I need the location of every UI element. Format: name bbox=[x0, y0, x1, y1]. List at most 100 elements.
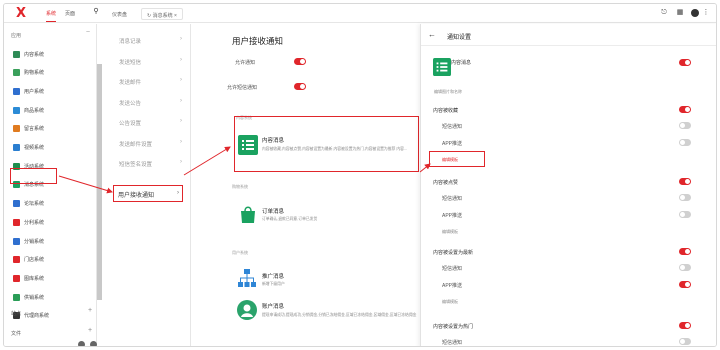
sidebar-item-label: 内容系统 bbox=[24, 51, 45, 58]
allow-sms-label: 允许短信通知 bbox=[227, 85, 258, 91]
main-content: 用户接收通知 允许通知 允许短信通知 内容系统 内容消息 内容被收藏,内容被点赞… bbox=[192, 24, 419, 346]
nav-page[interactable]: 页面 bbox=[65, 10, 75, 17]
sms-notify-toggle[interactable] bbox=[679, 194, 691, 201]
edit-template-link[interactable]: 编辑模板 bbox=[442, 299, 458, 305]
sidebar-item[interactable]: 分利系统 bbox=[13, 217, 44, 227]
message-master-toggle[interactable] bbox=[679, 59, 691, 66]
tab-dashboard-label: 仪表盘 bbox=[112, 12, 128, 18]
sms-notify-label: 短信通知 bbox=[442, 266, 463, 272]
sidebar-item[interactable]: 留言系统 bbox=[13, 124, 44, 134]
app-icon bbox=[13, 256, 20, 264]
sms-notify-toggle[interactable] bbox=[679, 264, 691, 271]
chevron-right-icon: › bbox=[180, 138, 182, 145]
refresh-icon[interactable]: ↻ bbox=[147, 13, 151, 19]
chevron-right-icon: › bbox=[177, 190, 179, 196]
submenu-item[interactable]: 发送邮件设置 bbox=[119, 140, 152, 148]
top-bar: X 系统 页面 ⚲ 仪表盘 ↻ 消息系统 × ⎋ ▦ ⋮ bbox=[4, 4, 716, 23]
edit-image-name-link[interactable]: 编辑图片和名称 bbox=[434, 89, 462, 95]
sidebar-item[interactable]: 分销系统 bbox=[13, 236, 44, 246]
allow-sms-toggle[interactable] bbox=[294, 83, 306, 90]
headset-icon[interactable]: ⎋ bbox=[660, 9, 668, 17]
chevron-right-icon: › bbox=[180, 97, 182, 104]
tab-dashboard[interactable]: 仪表盘 bbox=[107, 8, 132, 20]
app-icon bbox=[13, 237, 20, 245]
app-push-label: APP推送 bbox=[442, 141, 463, 147]
pin-icon[interactable]: ⚲ bbox=[92, 8, 100, 16]
app-push-label: APP推送 bbox=[442, 213, 463, 219]
group-title: 内容被设置为热门 bbox=[433, 324, 474, 330]
template-highlight-box bbox=[429, 151, 485, 167]
sidebar-item-label: 分销系统 bbox=[24, 238, 45, 245]
content-list-icon bbox=[433, 58, 451, 76]
more-icon[interactable]: ⋮ bbox=[702, 9, 710, 17]
card-content-name: 内容消息 bbox=[262, 138, 285, 144]
sidebar-item-label: 供销系统 bbox=[24, 294, 45, 301]
sidebar-item-label: 商品系统 bbox=[24, 107, 45, 114]
submenu-item[interactable]: 短信签名设置 bbox=[119, 160, 152, 168]
shopping-bag-icon bbox=[241, 206, 255, 223]
sidebar-item[interactable]: 供销系统 bbox=[13, 292, 44, 302]
group-toggle[interactable] bbox=[679, 106, 691, 113]
sidebar-item-label: 视频系统 bbox=[24, 145, 45, 151]
sidebar-item-label: 分利系统 bbox=[24, 219, 45, 226]
group-toggle[interactable] bbox=[679, 248, 691, 255]
submenu-item[interactable]: 发送短信 bbox=[119, 58, 141, 66]
submenu: 消息记录 › 发送短信 › 发送邮件 › 发送公告 › 公告设置 › 发送邮件设置 › 短信签名设置 › … bbox=[103, 24, 191, 346]
chevron-right-icon: › bbox=[180, 77, 182, 83]
tab-message-system[interactable]: ↻ 消息系统 × bbox=[141, 8, 183, 20]
sidebar-scrollbar[interactable] bbox=[97, 64, 102, 300]
sidebar-item-label: 图库系统 bbox=[24, 275, 45, 282]
section-shop-label: 购物系统 bbox=[232, 184, 248, 189]
group-toggle[interactable] bbox=[679, 322, 691, 329]
avatar[interactable] bbox=[691, 9, 699, 17]
submenu-item[interactable]: 公告设置 bbox=[119, 119, 141, 127]
sms-notify-toggle[interactable] bbox=[679, 122, 691, 129]
app-icon bbox=[13, 200, 20, 208]
app-icon bbox=[13, 50, 20, 58]
add-file-icon[interactable]: + bbox=[88, 327, 92, 334]
app-icon bbox=[13, 69, 20, 77]
sidebar-item[interactable]: 商品系统 bbox=[13, 105, 44, 115]
sidebar-item[interactable]: 论坛系统 bbox=[13, 199, 44, 209]
submenu-item[interactable]: 消息记录 bbox=[119, 37, 141, 45]
sidebar-item[interactable]: 图库系统 bbox=[13, 273, 44, 283]
sidebar-item[interactable]: 视频系统 bbox=[13, 143, 44, 153]
app-push-toggle[interactable] bbox=[679, 281, 691, 288]
panel-title: 通知设置 bbox=[447, 35, 472, 41]
app-logo: X bbox=[16, 6, 27, 21]
edit-template-link[interactable]: 编辑模板 bbox=[442, 229, 458, 235]
add-site-icon[interactable]: + bbox=[88, 307, 92, 314]
app-icon bbox=[13, 144, 20, 151]
card-promo-name: 推广消息 bbox=[262, 274, 285, 280]
back-arrow-icon[interactable]: ← bbox=[428, 30, 436, 39]
content-message-card[interactable] bbox=[234, 116, 419, 172]
submenu-item-user-notify[interactable]: 用户接收通知 › bbox=[113, 185, 183, 202]
collapse-icon[interactable]: − bbox=[86, 29, 90, 36]
app-push-label: APP推送 bbox=[442, 283, 463, 289]
close-icon[interactable]: × bbox=[174, 13, 177, 19]
chevron-right-icon: › bbox=[180, 159, 182, 165]
grid-icon[interactable]: ▦ bbox=[676, 9, 684, 17]
allow-notify-toggle[interactable] bbox=[294, 58, 306, 65]
section-user-label: 用户系统 bbox=[232, 250, 248, 255]
submenu-item[interactable]: 发送邮件 bbox=[119, 78, 141, 86]
app-push-toggle[interactable] bbox=[679, 211, 691, 218]
app-push-toggle[interactable] bbox=[679, 139, 691, 146]
sidebar-item[interactable]: 门店系统 bbox=[13, 255, 44, 265]
group-title: 内容被收藏 bbox=[433, 108, 459, 114]
card-order-name: 订单消息 bbox=[262, 209, 285, 215]
settings-icon[interactable] bbox=[78, 341, 85, 346]
app-icon bbox=[13, 218, 20, 226]
sidebar-item[interactable]: 用户系统 bbox=[13, 86, 44, 96]
edit-icon[interactable] bbox=[90, 341, 97, 346]
group-toggle[interactable] bbox=[679, 178, 691, 185]
submenu-item[interactable]: 发送公告 bbox=[119, 99, 141, 107]
sms-notify-toggle[interactable] bbox=[679, 338, 691, 345]
sidebar-item[interactable]: 购物系统 bbox=[13, 68, 44, 78]
page-title: 用户接收通知 bbox=[232, 36, 284, 46]
app-icon bbox=[13, 274, 20, 282]
sidebar-item[interactable]: 内容系统 bbox=[13, 49, 44, 59]
card-promo-desc: 新增下级用户 bbox=[262, 282, 285, 286]
nav-system[interactable]: 系统 bbox=[46, 10, 57, 22]
hierarchy-icon bbox=[238, 269, 256, 287]
